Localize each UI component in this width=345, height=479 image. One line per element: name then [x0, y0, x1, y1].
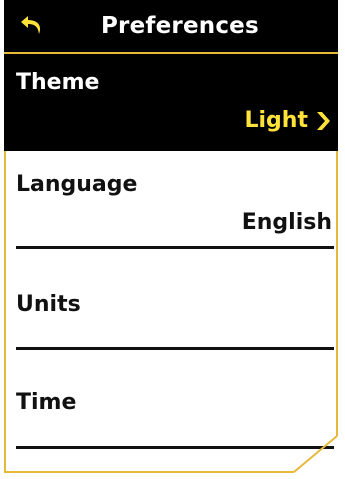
menu-item-value: Light	[244, 108, 309, 133]
menu-item-language[interactable]: Language English	[4, 154, 338, 250]
menu-item-label: Time	[16, 390, 77, 415]
menu-item-label: Language	[16, 172, 138, 197]
header-bar: Preferences	[4, 0, 338, 52]
menu-item-value: English	[241, 210, 332, 235]
menu-item-label: Theme	[16, 70, 100, 95]
frame-border-left	[4, 151, 6, 473]
frame-border-right	[336, 151, 338, 423]
back-arrow-icon[interactable]	[20, 14, 46, 36]
preferences-screen: Preferences Theme Light Language English…	[0, 0, 345, 479]
frame-corner-accent	[293, 422, 338, 473]
frame-border-bottom	[4, 471, 294, 473]
divider	[16, 246, 334, 249]
menu-item-theme[interactable]: Theme Light	[4, 54, 338, 151]
menu-item-units[interactable]: Units	[4, 250, 338, 348]
menu-item-label: Units	[16, 292, 81, 317]
page-title: Preferences	[101, 13, 259, 39]
chevron-right-icon	[317, 112, 330, 130]
